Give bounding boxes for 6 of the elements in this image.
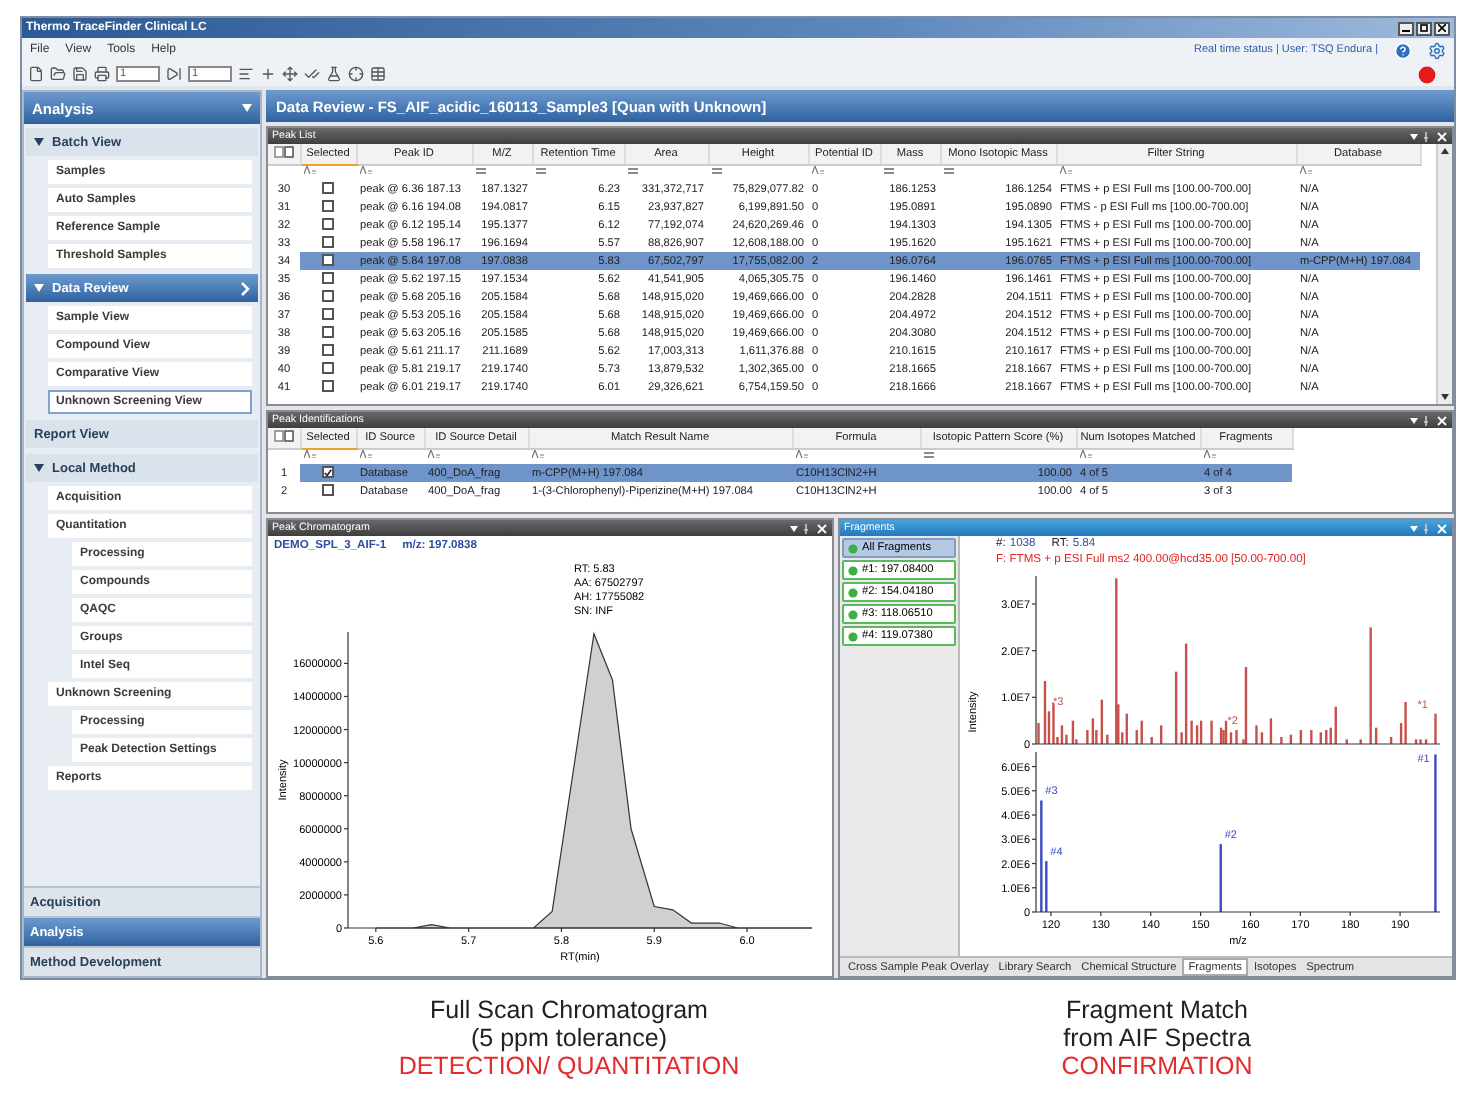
caption-emphasis: DETECTION/ QUANTITATION (398, 1052, 740, 1080)
caption-line: (5 ppm tolerance) (471, 1024, 667, 1052)
caption-line: from AIF Spectra (1063, 1024, 1251, 1052)
caption-emphasis: CONFIRMATION (1061, 1052, 1253, 1080)
caption-line: Full Scan Chromatogram (430, 996, 708, 1024)
caption-line: Fragment Match (1066, 996, 1249, 1024)
